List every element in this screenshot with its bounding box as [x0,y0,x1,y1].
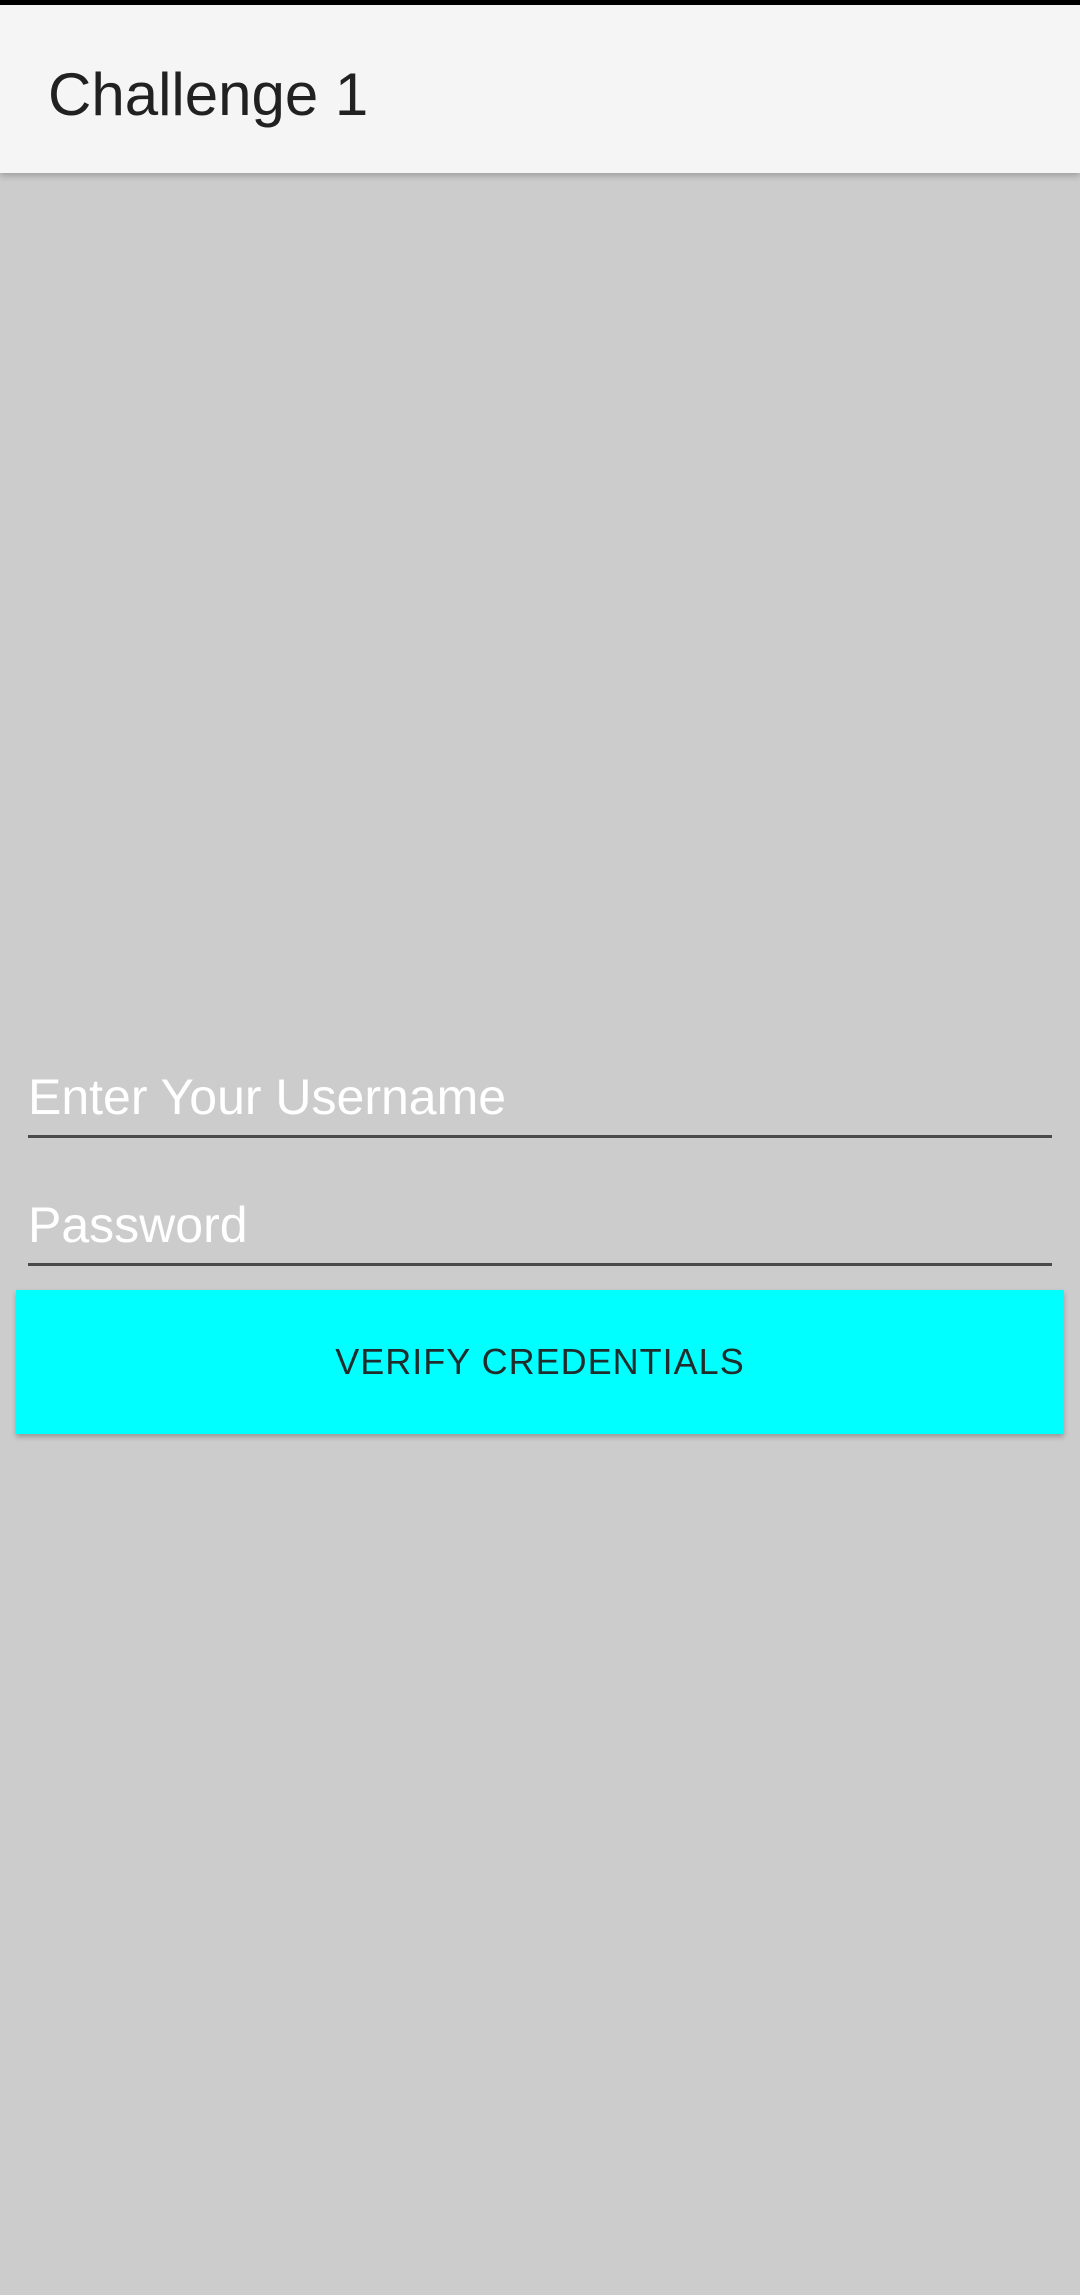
app-bar: Challenge 1 [0,5,1080,173]
username-input[interactable] [28,1065,1052,1129]
password-field[interactable] [28,1193,1052,1266]
app-title: Challenge 1 [48,61,369,128]
username-field[interactable] [28,1065,1052,1138]
password-input[interactable] [28,1193,1052,1257]
verify-credentials-button[interactable]: VERIFY CREDENTIALS [16,1290,1064,1434]
